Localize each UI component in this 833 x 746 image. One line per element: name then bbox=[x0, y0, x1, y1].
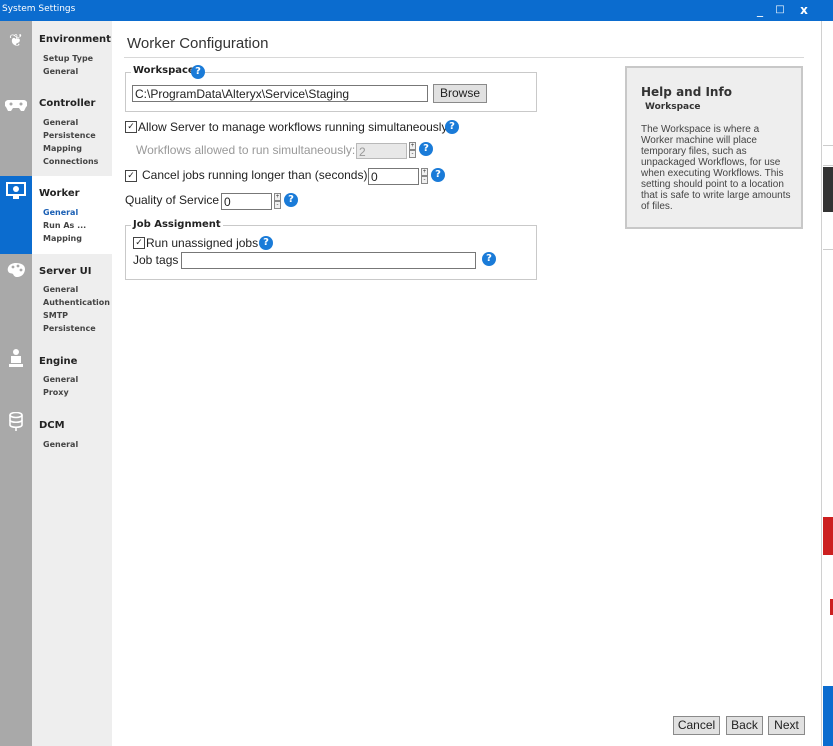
job-assignment-legend: Job Assignment bbox=[131, 219, 223, 230]
workflows-allowed-label: Workflows allowed to run simultaneously: bbox=[136, 143, 356, 157]
cancel-jobs-checkbox[interactable]: ✓ bbox=[125, 170, 137, 182]
help-text: The Workspace is where a Worker machine … bbox=[641, 124, 791, 212]
nav-item-worker-general[interactable]: General bbox=[43, 208, 78, 217]
run-unassigned-label: Run unassigned jobs bbox=[146, 236, 259, 250]
cancel-button[interactable]: Cancel bbox=[673, 716, 720, 735]
workspace-legend: Workspace bbox=[131, 65, 197, 76]
nav-item-serverui-smtp[interactable]: SMTP bbox=[43, 311, 68, 320]
job-tags-help-icon[interactable]: ? bbox=[482, 252, 496, 266]
leaf-icon[interactable]: ❦ bbox=[0, 25, 32, 57]
nav-item-worker-run-as[interactable]: Run As ... bbox=[43, 221, 86, 230]
engine-icon[interactable] bbox=[0, 347, 32, 379]
nav-item-controller-mapping[interactable]: Mapping bbox=[43, 144, 82, 153]
browse-button[interactable]: Browse bbox=[433, 84, 487, 103]
page-title: Worker Configuration bbox=[127, 35, 269, 52]
close-button[interactable]: x bbox=[795, 1, 813, 19]
nav-item-engine-proxy[interactable]: Proxy bbox=[43, 388, 69, 397]
job-tags-label: Job tags bbox=[133, 253, 179, 267]
job-tags-input[interactable] bbox=[181, 252, 476, 269]
minimize-button[interactable]: _ bbox=[751, 1, 769, 19]
nav-section-controller[interactable]: Controller bbox=[39, 98, 95, 109]
nav-item-engine-general[interactable]: General bbox=[43, 375, 78, 384]
help-panel: Help and Info Workspace The Workspace is… bbox=[625, 66, 803, 229]
sidebar-icon-strip: ❦ bbox=[0, 21, 32, 746]
allow-simultaneous-checkbox[interactable]: ✓ bbox=[125, 121, 137, 133]
gamepad-icon[interactable] bbox=[0, 89, 32, 121]
nav-section-environment[interactable]: Environment bbox=[39, 34, 111, 45]
next-button[interactable]: Next bbox=[768, 716, 805, 735]
nav-section-dcm[interactable]: DCM bbox=[39, 420, 65, 431]
cancel-jobs-label: Cancel jobs running longer than (seconds… bbox=[142, 168, 368, 182]
nav-item-environment-general[interactable]: General bbox=[43, 67, 78, 76]
workflows-allowed-stepper[interactable]: + - bbox=[409, 142, 416, 159]
workflows-allowed-input[interactable]: 2 bbox=[356, 143, 407, 159]
run-unassigned-checkbox[interactable]: ✓ bbox=[133, 237, 145, 249]
window-title: System Settings bbox=[2, 4, 76, 14]
nav-item-serverui-authentication[interactable]: Authentication bbox=[43, 298, 110, 307]
nav-item-serverui-persistence[interactable]: Persistence bbox=[43, 324, 96, 333]
background-window-edge bbox=[821, 21, 833, 746]
nav-item-dcm-general[interactable]: General bbox=[43, 440, 78, 449]
nav-item-controller-persistence[interactable]: Persistence bbox=[43, 131, 96, 140]
palette-icon[interactable] bbox=[0, 257, 32, 289]
nav-item-controller-connections[interactable]: Connections bbox=[43, 157, 98, 166]
quality-of-service-input[interactable]: 0 bbox=[221, 193, 272, 210]
nav-section-engine[interactable]: Engine bbox=[39, 356, 77, 367]
allow-simultaneous-help-icon[interactable]: ? bbox=[445, 120, 459, 134]
title-bar: System Settings _ □ x bbox=[0, 0, 833, 21]
workspace-path-input[interactable]: C:\ProgramData\Alteryx\Service\Staging bbox=[132, 85, 428, 102]
help-heading: Help and Info bbox=[641, 85, 732, 99]
database-icon[interactable] bbox=[0, 411, 32, 443]
title-divider bbox=[124, 57, 804, 58]
nav-section-worker[interactable]: Worker bbox=[39, 188, 80, 199]
cancel-jobs-stepper[interactable]: + - bbox=[421, 168, 428, 185]
nav-item-controller-general[interactable]: General bbox=[43, 118, 78, 127]
quality-of-service-help-icon[interactable]: ? bbox=[284, 193, 298, 207]
workflows-allowed-help-icon[interactable]: ? bbox=[419, 142, 433, 156]
help-subheading: Workspace bbox=[645, 102, 701, 112]
nav-item-worker-mapping[interactable]: Mapping bbox=[43, 234, 82, 243]
allow-simultaneous-label: Allow Server to manage workflows running… bbox=[138, 120, 448, 134]
quality-of-service-stepper[interactable]: + - bbox=[274, 193, 281, 210]
back-button[interactable]: Back bbox=[726, 716, 763, 735]
maximize-button[interactable]: □ bbox=[771, 1, 789, 19]
nav-section-server-ui[interactable]: Server UI bbox=[39, 266, 91, 277]
cancel-jobs-input[interactable]: 0 bbox=[368, 168, 419, 185]
workspace-help-icon[interactable]: ? bbox=[191, 65, 205, 79]
monitor-gear-icon[interactable] bbox=[0, 176, 32, 254]
nav-item-setup-type[interactable]: Setup Type bbox=[43, 54, 93, 63]
run-unassigned-help-icon[interactable]: ? bbox=[259, 236, 273, 250]
nav-item-serverui-general[interactable]: General bbox=[43, 285, 78, 294]
settings-nav: Environment Setup Type General Controlle… bbox=[32, 21, 112, 746]
cancel-jobs-help-icon[interactable]: ? bbox=[431, 168, 445, 182]
quality-of-service-label: Quality of Service bbox=[125, 193, 220, 207]
